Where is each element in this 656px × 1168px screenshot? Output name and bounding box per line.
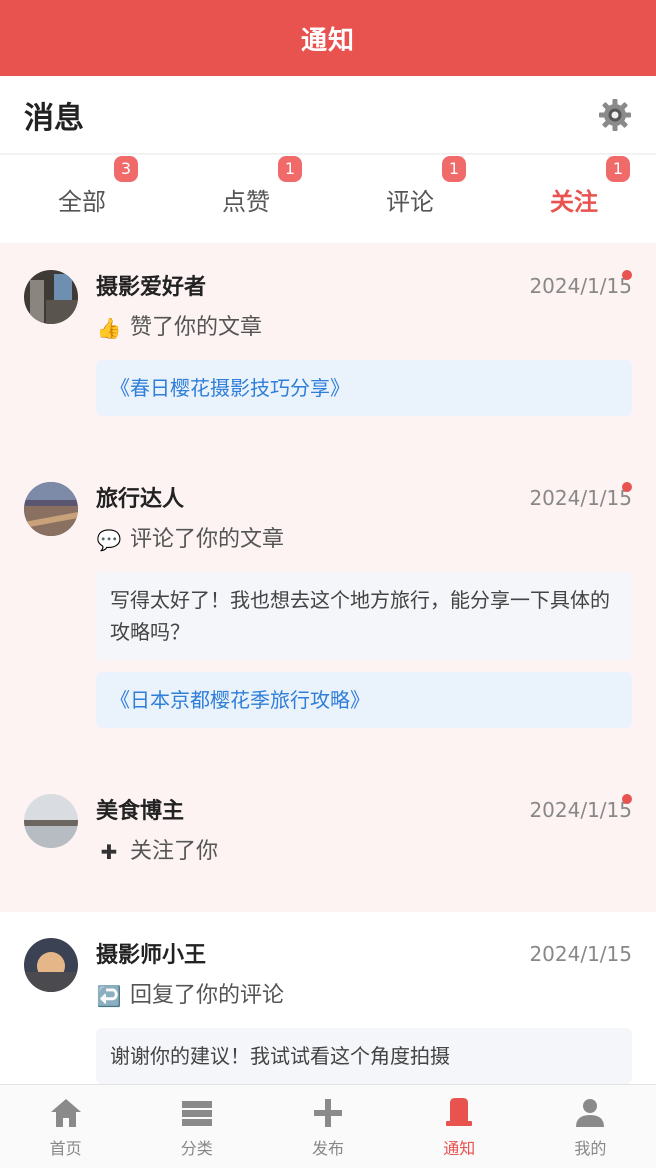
gear-icon[interactable] bbox=[598, 98, 632, 132]
tab-comments[interactable]: 评论 1 bbox=[328, 155, 492, 243]
nav-publish[interactable]: 发布 bbox=[262, 1085, 393, 1168]
action-text: 评论了你的文章 bbox=[130, 527, 285, 552]
nav-profile[interactable]: 我的 bbox=[525, 1085, 656, 1168]
nav-label: 分类 bbox=[180, 1138, 213, 1158]
nav-label: 首页 bbox=[49, 1138, 82, 1158]
action-line: ↩️ 回复了你的评论 bbox=[96, 976, 632, 1016]
avatar[interactable] bbox=[24, 270, 78, 324]
notification-item[interactable]: 摄影爱好者 2024/1/15 👍 赞了你的文章 《春日樱花摄影技巧分享》 bbox=[0, 244, 656, 456]
notification-item[interactable]: 摄影师小王 2024/1/15 ↩️ 回复了你的评论 谢谢你的建议！我试试看这个… bbox=[0, 912, 656, 1084]
bottom-nav: 首页 分类 发布 通知 我的 bbox=[0, 1084, 656, 1168]
unread-dot bbox=[622, 482, 632, 492]
tab-label: 关注 bbox=[550, 187, 598, 216]
action-text: 关注了你 bbox=[130, 839, 219, 864]
count-badge: 1 bbox=[442, 155, 466, 182]
notification-list: 摄影爱好者 2024/1/15 👍 赞了你的文章 《春日樱花摄影技巧分享》 旅行… bbox=[0, 244, 656, 1084]
action-line: 👍 赞了你的文章 bbox=[96, 308, 632, 348]
timestamp: 2024/1/15 bbox=[529, 486, 632, 510]
timestamp: 2024/1/15 bbox=[529, 798, 632, 822]
timestamp: 2024/1/15 bbox=[529, 942, 632, 966]
tab-all[interactable]: 全部 3 bbox=[0, 155, 164, 243]
user-icon bbox=[576, 1098, 605, 1127]
notification-item[interactable]: 美食博主 2024/1/15 ✚ 关注了你 bbox=[0, 768, 656, 912]
timestamp: 2024/1/15 bbox=[529, 274, 632, 298]
count-badge: 1 bbox=[278, 155, 302, 182]
thumbs-up-icon: 👍 bbox=[96, 316, 122, 340]
action-line: ✚ 关注了你 bbox=[96, 832, 632, 872]
nav-label: 发布 bbox=[312, 1138, 345, 1158]
avatar[interactable] bbox=[24, 794, 78, 848]
plus-icon bbox=[314, 1098, 342, 1127]
action-line: 💬 评论了你的文章 bbox=[96, 520, 632, 560]
action-text: 赞了你的文章 bbox=[130, 315, 263, 340]
messages-header: 消息 bbox=[0, 76, 656, 154]
tab-follows[interactable]: 关注 1 bbox=[492, 155, 656, 243]
speech-bubble-icon: 💬 bbox=[96, 528, 122, 552]
nav-label: 我的 bbox=[574, 1138, 607, 1158]
unread-dot bbox=[622, 794, 632, 804]
reply-arrow-icon: ↩️ bbox=[96, 984, 122, 1008]
avatar[interactable] bbox=[24, 938, 78, 992]
nav-label: 通知 bbox=[443, 1138, 476, 1158]
page-title: 消息 bbox=[24, 100, 84, 136]
count-badge: 1 bbox=[606, 155, 630, 182]
comment-quote: 谢谢你的建议！我试试看这个角度拍摄 bbox=[96, 1028, 632, 1084]
app-title: 通知 bbox=[300, 25, 355, 56]
article-link[interactable]: 《春日樱花摄影技巧分享》 bbox=[96, 360, 632, 416]
notification-item[interactable]: 旅行达人 2024/1/15 💬 评论了你的文章 写得太好了！我也想去这个地方旅… bbox=[0, 456, 656, 768]
tab-label: 点赞 bbox=[222, 187, 270, 216]
notification-tabs: 全部 3 点赞 1 评论 1 关注 1 bbox=[0, 155, 656, 243]
tab-label: 评论 bbox=[386, 187, 434, 216]
plus-icon: ✚ bbox=[100, 840, 118, 864]
article-link[interactable]: 《日本京都樱花季旅行攻略》 bbox=[96, 672, 632, 728]
nav-notifications[interactable]: 通知 bbox=[394, 1085, 525, 1168]
nav-home[interactable]: 首页 bbox=[0, 1085, 131, 1168]
unread-dot bbox=[622, 270, 632, 280]
bell-icon bbox=[446, 1097, 473, 1126]
category-icon bbox=[181, 1100, 212, 1126]
app-title-bar: 通知 bbox=[0, 0, 656, 76]
count-badge: 3 bbox=[114, 155, 138, 182]
avatar[interactable] bbox=[24, 482, 78, 536]
tab-label: 全部 bbox=[58, 187, 106, 216]
comment-quote: 写得太好了！我也想去这个地方旅行，能分享一下具体的攻略吗？ bbox=[96, 572, 632, 660]
action-text: 回复了你的评论 bbox=[130, 983, 285, 1008]
home-icon bbox=[50, 1098, 81, 1127]
tab-likes[interactable]: 点赞 1 bbox=[164, 155, 328, 243]
nav-category[interactable]: 分类 bbox=[131, 1085, 262, 1168]
